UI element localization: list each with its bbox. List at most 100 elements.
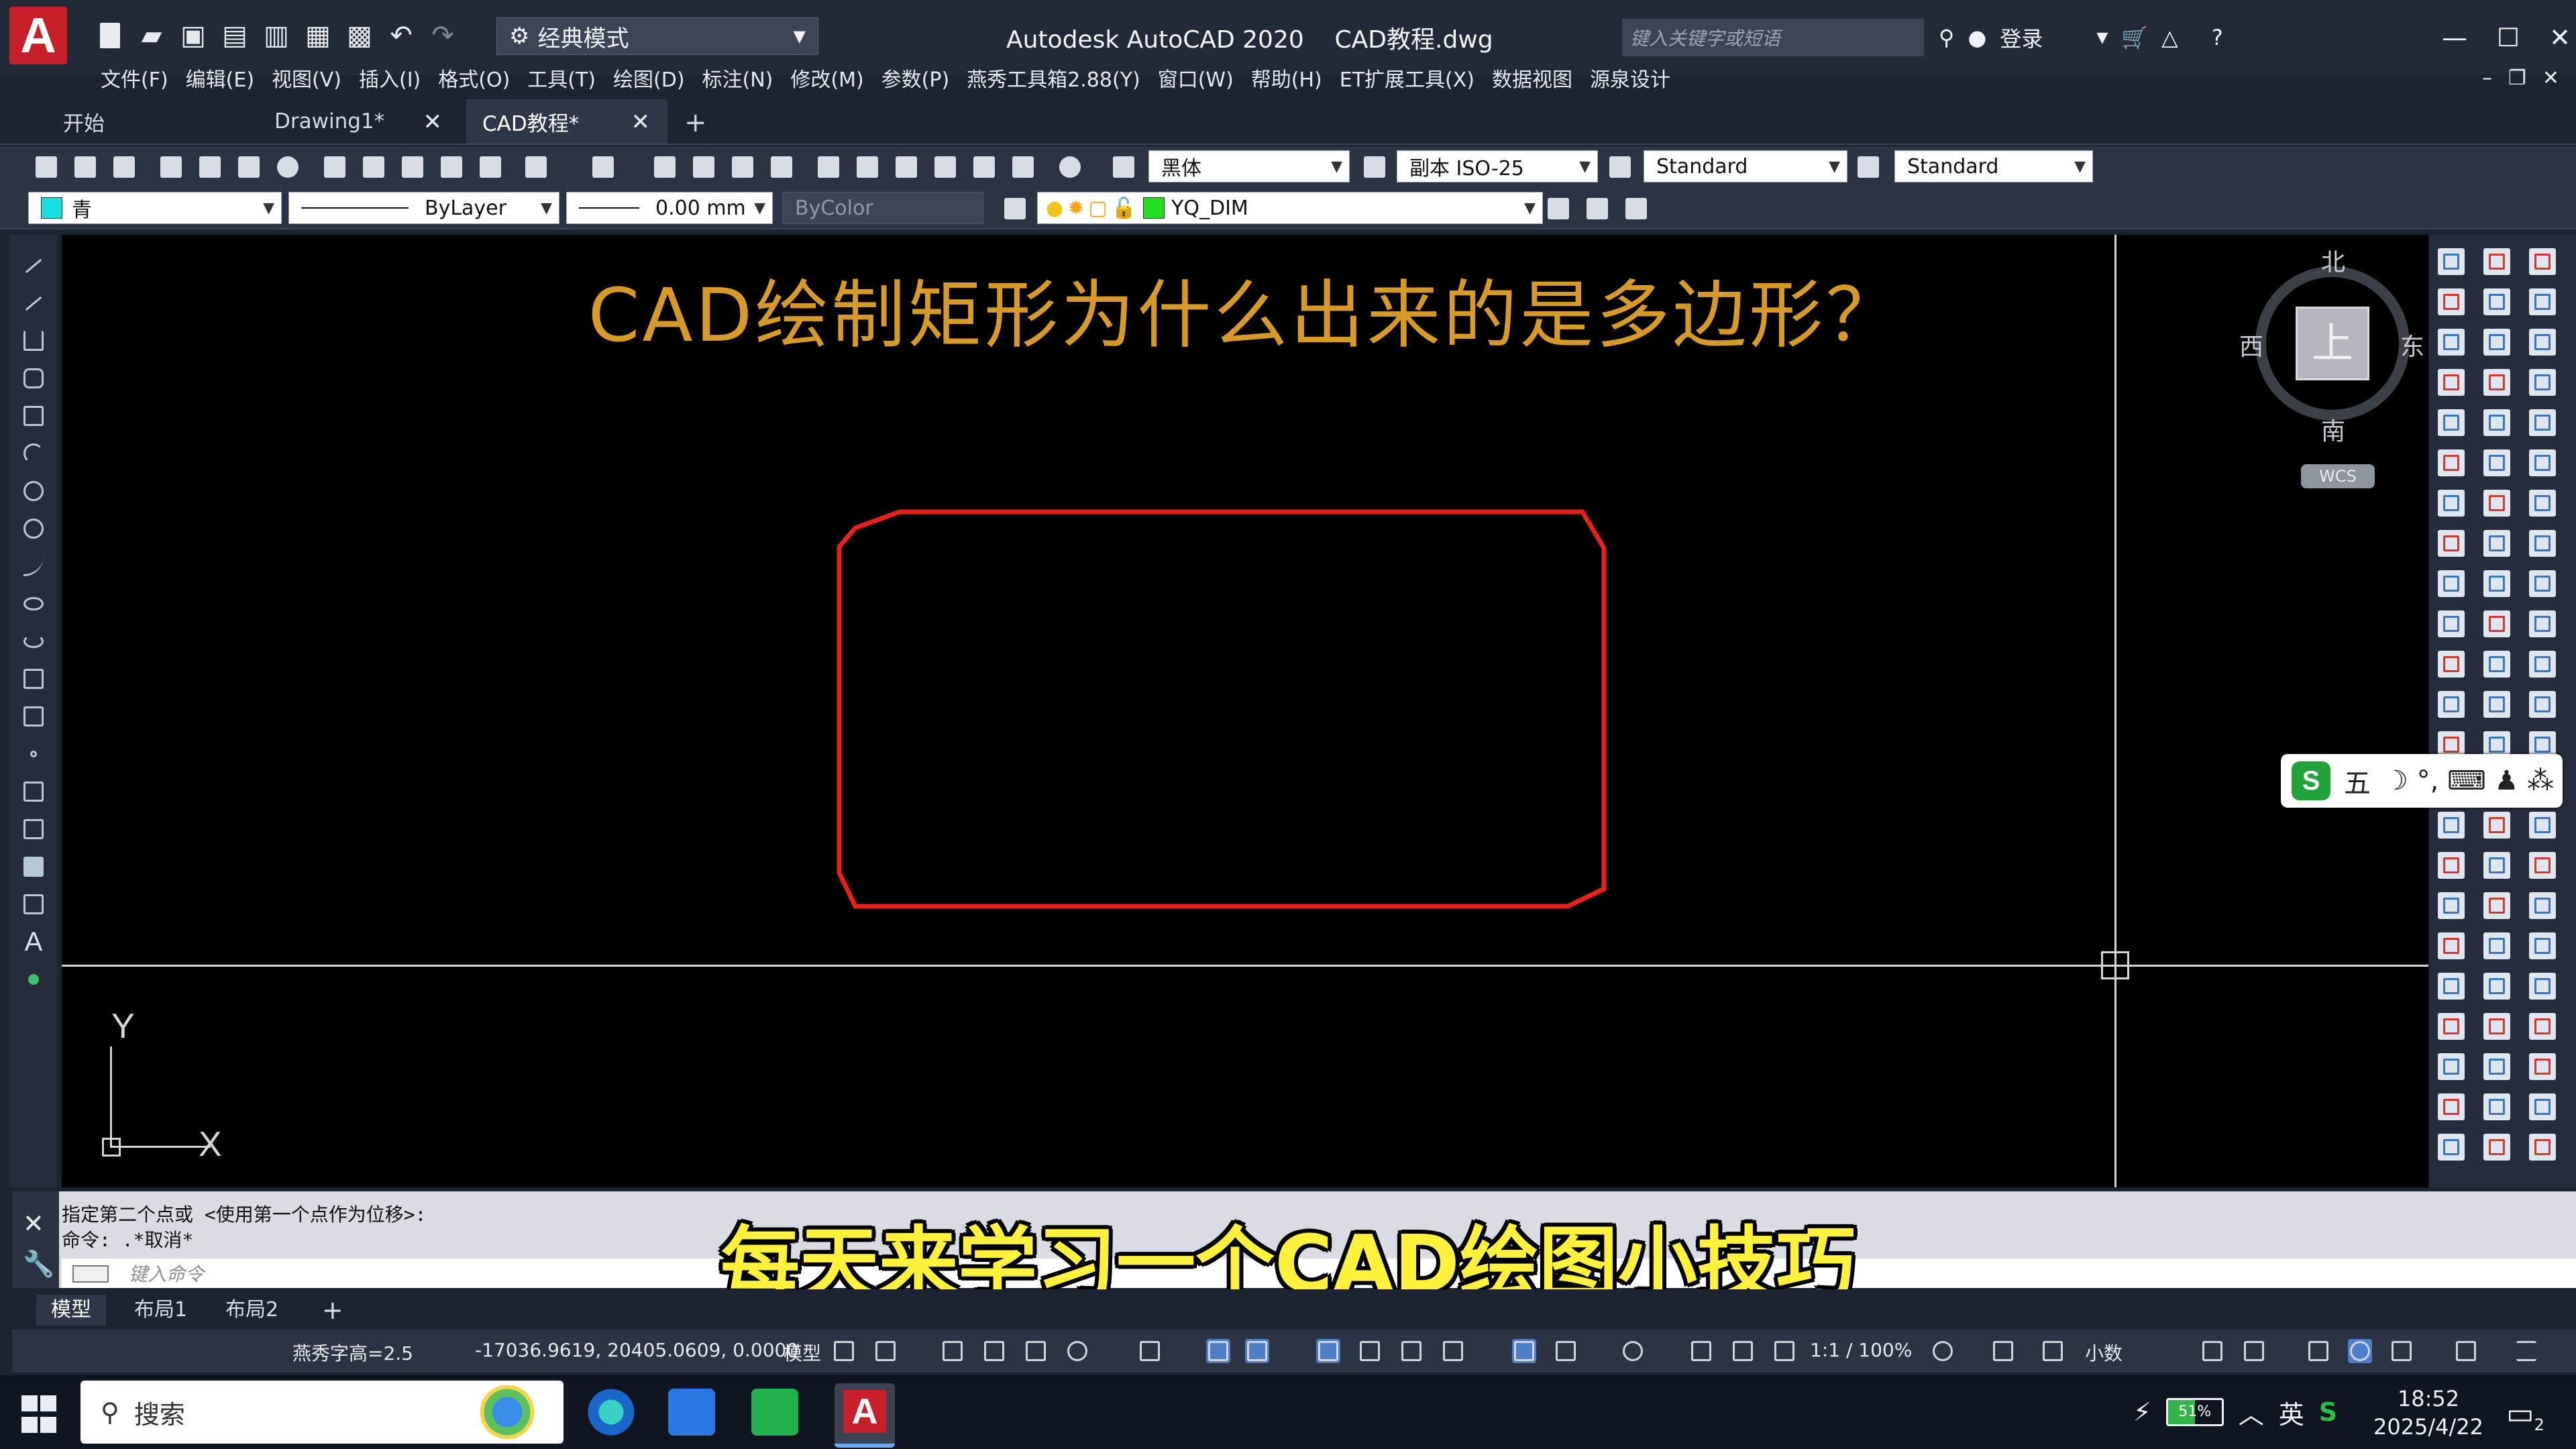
auto-scale-icon[interactable]	[1731, 1339, 1755, 1363]
tool-icon[interactable]	[2529, 449, 2556, 476]
zoom-window-icon[interactable]	[730, 154, 755, 180]
gradient-tool-icon[interactable]	[20, 816, 47, 843]
tool-icon[interactable]	[2483, 812, 2510, 839]
layer-select[interactable]: ● ✹ ▢ 🔓 YQ_DIM ▼	[1037, 192, 1543, 224]
paste-icon[interactable]	[400, 154, 425, 180]
tool-icon[interactable]	[2438, 449, 2465, 476]
new-tab-plus-icon[interactable]: +	[684, 107, 707, 138]
ime-mode-indicator[interactable]: 五	[2344, 761, 2371, 800]
help-search-input[interactable]: 键入关键字或短语	[1622, 19, 1924, 56]
compass-west[interactable]: 西	[2239, 327, 2263, 362]
tool-icon[interactable]	[2529, 329, 2556, 356]
object-snap-icon[interactable]	[1245, 1339, 1269, 1363]
close-tab-icon[interactable]: ✕	[423, 109, 443, 136]
dynamic-input-icon[interactable]	[982, 1339, 1006, 1363]
layer-lock-icon[interactable]: 🔓	[1112, 197, 1136, 220]
tab-cad-tutorial[interactable]: CAD教程* ✕	[466, 99, 667, 144]
taskbar-search-box[interactable]: ⚲ 搜索	[80, 1381, 564, 1444]
tool-icon[interactable]	[2483, 932, 2510, 959]
tool-icon[interactable]	[2438, 812, 2465, 839]
tool-icon[interactable]	[2438, 490, 2465, 517]
tool-icon[interactable]	[2483, 530, 2510, 557]
application-menu-button[interactable]: A	[9, 7, 74, 71]
make-block-tool-icon[interactable]	[20, 703, 47, 730]
menu-yuanquan[interactable]: 源泉设计	[1590, 63, 1688, 93]
tool-icon[interactable]	[2529, 932, 2556, 959]
line-tool-icon[interactable]	[20, 252, 47, 279]
tool-icon[interactable]	[2438, 248, 2465, 275]
save-icon[interactable]	[111, 154, 137, 180]
units-select[interactable]: 小数	[2085, 1339, 2123, 1366]
hardware-acceleration-icon[interactable]	[2348, 1339, 2372, 1363]
tool-icon[interactable]	[2438, 932, 2465, 959]
transparency-icon[interactable]	[1358, 1339, 1382, 1363]
annotation-scale-icon[interactable]	[1772, 1339, 1796, 1363]
plot-icon[interactable]	[158, 154, 184, 180]
tool-icon[interactable]	[2529, 892, 2556, 919]
selection-filter-icon[interactable]	[1554, 1339, 1578, 1363]
tool-icon[interactable]	[2438, 570, 2465, 597]
annotation-monitor-icon[interactable]	[1991, 1339, 2015, 1363]
login-button[interactable]: 登录	[2000, 22, 2043, 53]
menu-edit[interactable]: 编辑(E)	[186, 63, 272, 93]
layer-previous-icon[interactable]	[1585, 196, 1610, 221]
tool-icon[interactable]	[2483, 490, 2510, 517]
tool-icon[interactable]	[2483, 610, 2510, 637]
3d-print-icon[interactable]	[275, 154, 301, 180]
menu-tools[interactable]: 工具(T)	[527, 63, 613, 93]
undo-icon[interactable]	[523, 154, 549, 180]
tool-icon[interactable]	[2438, 1093, 2465, 1120]
properties-icon[interactable]	[816, 154, 841, 180]
table-style-icon[interactable]	[1607, 154, 1633, 180]
feishu-app-icon[interactable]	[668, 1389, 715, 1436]
tool-icon[interactable]	[2483, 852, 2510, 879]
tool-icon[interactable]	[2483, 691, 2510, 718]
annotation-visibility-icon[interactable]	[1689, 1339, 1713, 1363]
tool-icon[interactable]	[2529, 248, 2556, 275]
publish-icon[interactable]: ▦	[302, 19, 334, 52]
layer-state-icon[interactable]	[1623, 196, 1649, 221]
drawing-canvas[interactable]: CAD绘制矩形为什么出来的是多边形？ 上 北 南 西 东 WCS Y X	[62, 235, 2428, 1187]
viewcube-top-face[interactable]: 上	[2296, 307, 2369, 380]
tab-layout2[interactable]: 布局2	[211, 1295, 293, 1326]
gizmo-icon[interactable]	[1621, 1339, 1645, 1363]
compass-south[interactable]: 南	[2321, 412, 2345, 447]
quick-properties-icon[interactable]	[2200, 1339, 2224, 1363]
tool-icon[interactable]	[2529, 1134, 2556, 1161]
tab-start[interactable]: 开始	[47, 99, 248, 144]
tool-icon[interactable]	[2529, 1053, 2556, 1080]
battery-indicator[interactable]: 51%	[2165, 1398, 2224, 1426]
help-icon[interactable]: ?	[2212, 25, 2223, 50]
doc-restore-icon[interactable]: ❐	[2508, 66, 2526, 90]
tool-icon[interactable]	[2438, 369, 2465, 396]
undo-icon[interactable]: ↶	[385, 19, 417, 52]
ime-language-indicator[interactable]: 英	[2279, 1394, 2304, 1431]
tool-icon[interactable]	[2438, 530, 2465, 557]
tool-icon[interactable]	[2529, 490, 2556, 517]
lineweight-select[interactable]: 0.00 mm ▼	[566, 192, 773, 224]
viewcube[interactable]: 上 北 南 西 东 WCS	[2235, 243, 2424, 488]
tool-icon[interactable]	[2438, 852, 2465, 879]
calculator-icon[interactable]	[1010, 154, 1036, 180]
tool-icon[interactable]	[2438, 1134, 2465, 1161]
linetype-select[interactable]: ByLayer ▼	[288, 192, 559, 224]
tool-icon[interactable]	[2438, 610, 2465, 637]
menu-data-view[interactable]: 数据视图	[1492, 63, 1590, 93]
3d-osnap-icon[interactable]	[1441, 1339, 1465, 1363]
menu-help[interactable]: 帮助(H)	[1251, 63, 1340, 93]
text-style-select[interactable]: 黑体 ▼	[1148, 150, 1350, 182]
tool-icon[interactable]	[2483, 570, 2510, 597]
close-icon[interactable]: ✕	[2549, 23, 2571, 52]
cart-icon[interactable]: 🛒	[2121, 25, 2148, 50]
region-tool-icon[interactable]	[20, 853, 47, 880]
tool-icon[interactable]	[2483, 248, 2510, 275]
notification-center-icon[interactable]: ▭2	[2506, 1397, 2544, 1434]
doc-close-icon[interactable]: ✕	[2542, 66, 2559, 90]
circle-tool-icon[interactable]	[20, 478, 47, 504]
sogou-ime-logo-icon[interactable]: S	[2292, 761, 2330, 800]
compass-east[interactable]: 东	[2400, 327, 2424, 362]
tool-icon[interactable]	[2438, 651, 2465, 678]
copy-icon[interactable]	[361, 154, 386, 180]
multileader-style-select[interactable]: Standard ▼	[1894, 150, 2093, 182]
cut-icon[interactable]	[322, 154, 347, 180]
